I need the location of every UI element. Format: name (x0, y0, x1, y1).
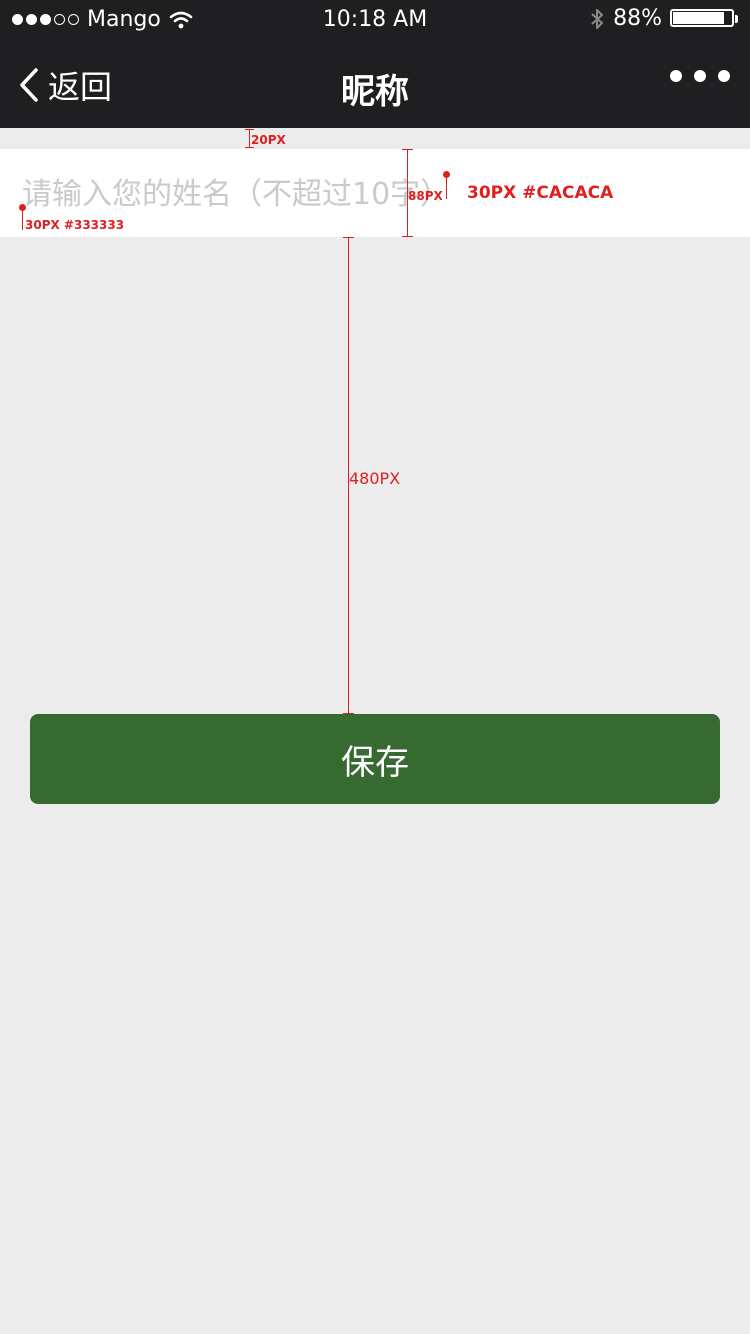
gap-top-marker (249, 129, 250, 148)
nav-bar: 返回 昵称 (0, 40, 750, 128)
text-spec-label: 30PX #333333 (25, 218, 125, 232)
more-dots-icon (670, 70, 682, 82)
battery-percent: 88% (613, 6, 662, 31)
bluetooth-icon (591, 8, 604, 29)
back-label: 返回 (48, 68, 113, 106)
page-title: 昵称 (341, 72, 409, 112)
save-button[interactable]: 保存 (30, 714, 720, 804)
status-bar: Mango 10:18 AM 88% (0, 0, 750, 40)
nickname-input[interactable] (20, 149, 724, 239)
gap-top-label: 20PX (251, 133, 286, 147)
gap-to-button-label: 480PX (349, 469, 401, 488)
save-label: 保存 (341, 742, 409, 783)
row-height-label: 88PX (408, 189, 443, 203)
battery-icon (670, 8, 740, 29)
chevron-left-icon (20, 68, 38, 102)
battery-fill (673, 11, 724, 24)
more-options-button[interactable] (670, 70, 730, 82)
placeholder-spec-label: 30PX #CACACA (467, 183, 614, 203)
status-right: 88% (589, 6, 740, 31)
back-button[interactable]: 返回 (18, 62, 112, 108)
